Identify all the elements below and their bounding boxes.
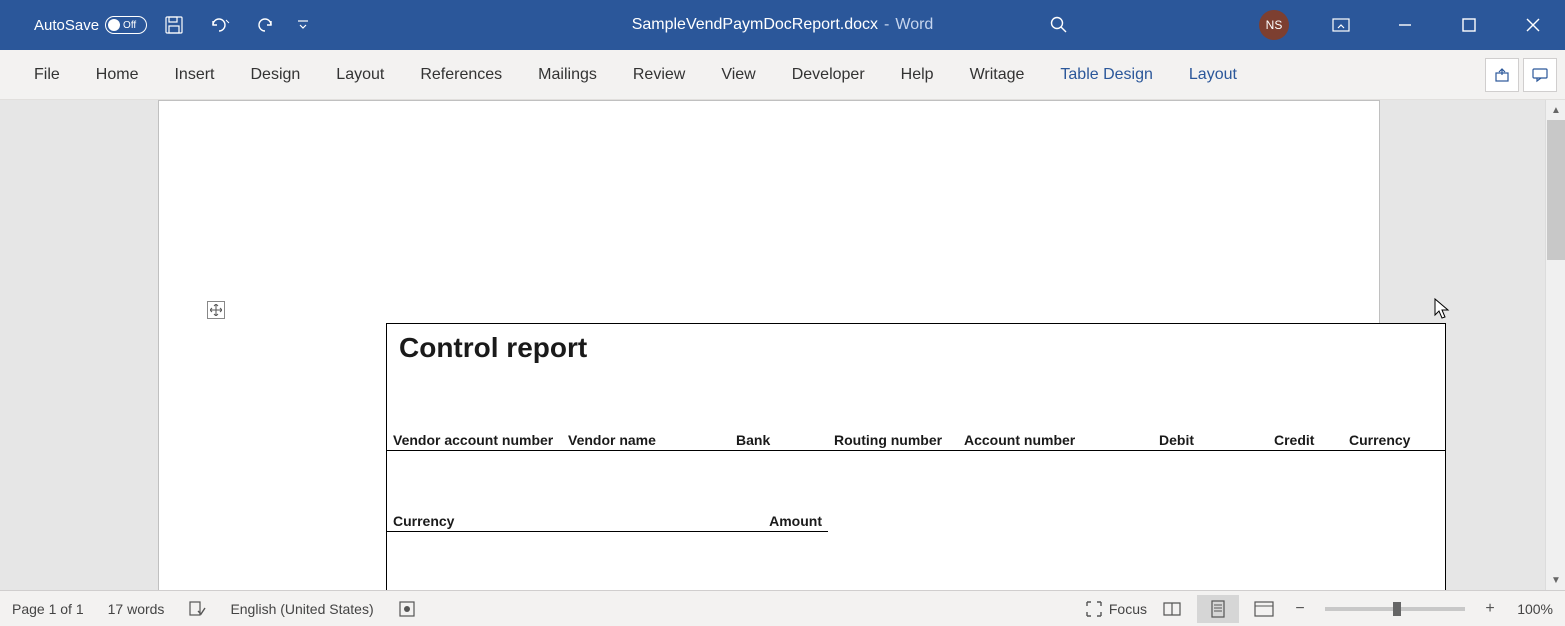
language-indicator[interactable]: English (United States) <box>230 601 373 617</box>
title-separator: - <box>884 16 889 34</box>
user-initials: NS <box>1266 18 1283 32</box>
customize-qat-button[interactable] <box>293 6 313 44</box>
search-button[interactable] <box>1044 10 1074 40</box>
close-button[interactable] <box>1501 0 1565 50</box>
filename: SampleVendPaymDocReport.docx <box>632 16 878 34</box>
tab-help[interactable]: Help <box>883 50 952 100</box>
col-debit: Debit <box>1153 430 1268 451</box>
tab-developer[interactable]: Developer <box>774 50 883 100</box>
table-header-row: Vendor account number Vendor name Bank R… <box>387 430 1445 451</box>
col-routing: Routing number <box>828 430 958 451</box>
document-area[interactable]: Control report Vendor account number Ven… <box>0 100 1565 590</box>
tab-design[interactable]: Design <box>232 50 318 100</box>
tab-layout[interactable]: Layout <box>318 50 402 100</box>
share-button[interactable] <box>1485 58 1519 92</box>
tab-file[interactable]: File <box>16 50 78 100</box>
zoom-slider[interactable] <box>1325 607 1465 611</box>
toggle-state: Off <box>123 20 136 31</box>
zoom-percentage[interactable]: 100% <box>1505 601 1553 617</box>
read-mode-button[interactable] <box>1151 595 1193 623</box>
vertical-scrollbar[interactable]: ▲ ▼ <box>1545 100 1565 590</box>
scroll-up-icon[interactable]: ▲ <box>1546 100 1565 120</box>
table-subheader-row: Currency Amount <box>387 511 1445 532</box>
comments-button[interactable] <box>1523 58 1557 92</box>
undo-button[interactable] <box>201 6 239 44</box>
minimize-button[interactable] <box>1373 0 1437 50</box>
web-layout-button[interactable] <box>1243 595 1285 623</box>
ribbon-right <box>1485 58 1557 92</box>
zoom-out-button[interactable]: − <box>1289 600 1311 618</box>
spellcheck-button[interactable] <box>188 600 206 618</box>
focus-label: Focus <box>1109 601 1147 617</box>
tab-table-layout[interactable]: Layout <box>1171 50 1255 100</box>
macro-button[interactable] <box>398 600 416 618</box>
table-move-handle[interactable] <box>207 301 225 319</box>
col-credit: Credit <box>1268 430 1343 451</box>
autosave-toggle[interactable]: AutoSave Off <box>34 16 147 34</box>
status-right: Focus − + 100% <box>1085 595 1553 623</box>
redo-button[interactable] <box>247 6 285 44</box>
title-bar: AutoSave Off SampleVendPaymDocReport.doc… <box>0 0 1565 50</box>
save-button[interactable] <box>155 6 193 44</box>
col-vendor-account: Vendor account number <box>387 430 562 451</box>
page[interactable]: Control report Vendor account number Ven… <box>158 100 1380 590</box>
title-right: NS <box>1259 0 1565 50</box>
col-bank: Bank <box>730 430 828 451</box>
toggle-dot <box>108 19 120 31</box>
ribbon-display-button[interactable] <box>1309 0 1373 50</box>
title-left: AutoSave Off <box>0 6 313 44</box>
window-title: SampleVendPaymDocReport.docx - Word <box>632 16 934 34</box>
status-bar: Page 1 of 1 17 words English (United Sta… <box>0 590 1565 626</box>
zoom-thumb[interactable] <box>1393 602 1401 616</box>
scroll-thumb[interactable] <box>1547 120 1565 260</box>
tab-review[interactable]: Review <box>615 50 703 100</box>
tab-home[interactable]: Home <box>78 50 157 100</box>
ribbon-tabs: File Home Insert Design Layout Reference… <box>0 50 1565 100</box>
status-left: Page 1 of 1 17 words English (United Sta… <box>12 600 416 618</box>
tab-table-design[interactable]: Table Design <box>1042 50 1171 100</box>
subcol-currency: Currency <box>387 511 730 532</box>
app-name: Word <box>895 16 933 34</box>
cursor-icon <box>1433 297 1453 321</box>
tab-writage[interactable]: Writage <box>952 50 1043 100</box>
col-account: Account number <box>958 430 1153 451</box>
zoom-in-button[interactable]: + <box>1479 600 1501 618</box>
tab-references[interactable]: References <box>402 50 520 100</box>
page-indicator[interactable]: Page 1 of 1 <box>12 601 84 617</box>
user-avatar[interactable]: NS <box>1259 10 1289 40</box>
word-count[interactable]: 17 words <box>108 601 165 617</box>
toggle-switch[interactable]: Off <box>105 16 147 34</box>
document-table[interactable]: Control report Vendor account number Ven… <box>386 323 1446 590</box>
tab-view[interactable]: View <box>703 50 773 100</box>
maximize-button[interactable] <box>1437 0 1501 50</box>
tab-mailings[interactable]: Mailings <box>520 50 615 100</box>
focus-mode-button[interactable]: Focus <box>1085 600 1147 618</box>
print-layout-button[interactable] <box>1197 595 1239 623</box>
col-currency: Currency <box>1343 430 1445 451</box>
subcol-amount: Amount <box>730 511 828 532</box>
col-vendor-name: Vendor name <box>562 430 730 451</box>
tab-insert[interactable]: Insert <box>156 50 232 100</box>
document-title: Control report <box>399 332 1433 364</box>
autosave-label: AutoSave <box>34 17 99 34</box>
scroll-down-icon[interactable]: ▼ <box>1546 570 1565 590</box>
